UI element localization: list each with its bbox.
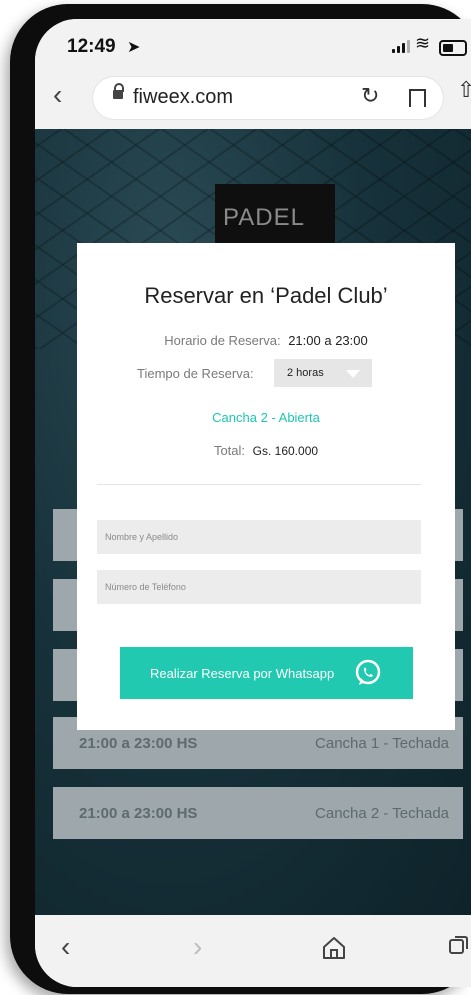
slot-court: Cancha 1 - Techada xyxy=(315,735,449,752)
logo-text: PADEL xyxy=(223,204,305,231)
reserve-button-label: Realizar Reserva por Whatsapp xyxy=(150,666,335,681)
reservation-modal: Reservar en ‘Padel Club’ Horario de Rese… xyxy=(77,243,455,730)
schedule-label: Horario de Reserva: xyxy=(164,333,281,348)
phone-screen: 12:49 ➤ ≋ ‹ fiweex.com ↻ ⇧ PADEL 21:00 a… xyxy=(35,19,471,987)
phone-field[interactable] xyxy=(97,570,421,604)
home-icon[interactable] xyxy=(321,935,347,961)
duration-value: 2 horas xyxy=(287,367,324,379)
slot-court: Cancha 2 - Techada xyxy=(315,805,449,822)
whatsapp-reserve-button[interactable]: Realizar Reserva por Whatsapp xyxy=(120,647,413,699)
signal-icon xyxy=(392,39,410,53)
status-time: 12:49 xyxy=(67,36,116,57)
slot-time: 21:00 a 23:00 HS xyxy=(79,805,198,822)
duration-label: Tiempo de Reserva: xyxy=(137,366,254,381)
court-status: Cancha 2 - Abierta xyxy=(212,410,320,425)
lock-icon xyxy=(113,83,124,99)
phone-frame: 12:49 ➤ ≋ ‹ fiweex.com ↻ ⇧ PADEL 21:00 a… xyxy=(10,4,471,994)
back-icon[interactable]: ‹ xyxy=(61,931,70,963)
reload-icon[interactable]: ↻ xyxy=(361,83,379,109)
chevron-down-icon xyxy=(346,370,360,378)
slot-card[interactable]: 21:00 a 23:00 HS Cancha 2 - Techada xyxy=(53,787,463,839)
duration-select[interactable]: 2 horas xyxy=(274,359,372,387)
forward-icon[interactable]: › xyxy=(193,931,202,963)
schedule-value: 21:00 a 23:00 xyxy=(288,333,368,348)
browser-toolbar: ‹ › xyxy=(35,915,471,987)
whatsapp-icon xyxy=(355,659,381,685)
total-value: Gs. 160.000 xyxy=(252,444,319,458)
schedule-row: Horario de Reserva: 21:00 a 23:00 xyxy=(77,333,455,348)
url-field[interactable]: fiweex.com ↻ xyxy=(93,77,443,119)
name-field[interactable] xyxy=(97,520,421,554)
back-chevron-icon[interactable]: ‹ xyxy=(53,81,62,109)
divider xyxy=(97,484,421,485)
tabs-icon[interactable] xyxy=(449,935,469,955)
wifi-icon: ≋ xyxy=(415,33,431,53)
total-label: Total: xyxy=(213,443,246,458)
total-row: Total: Gs. 160.000 xyxy=(77,443,455,458)
bookmark-icon[interactable] xyxy=(409,89,426,109)
status-bar: 12:49 ➤ ≋ xyxy=(35,19,471,65)
share-icon[interactable]: ⇧ xyxy=(457,77,471,103)
url-text: fiweex.com xyxy=(133,86,234,108)
slot-time: 21:00 a 23:00 HS xyxy=(79,735,198,752)
battery-icon xyxy=(439,40,467,56)
modal-title: Reservar en ‘Padel Club’ xyxy=(144,283,388,308)
location-arrow-icon: ➤ xyxy=(127,39,141,56)
browser-address-bar: ‹ fiweex.com ↻ ⇧ xyxy=(35,65,471,129)
